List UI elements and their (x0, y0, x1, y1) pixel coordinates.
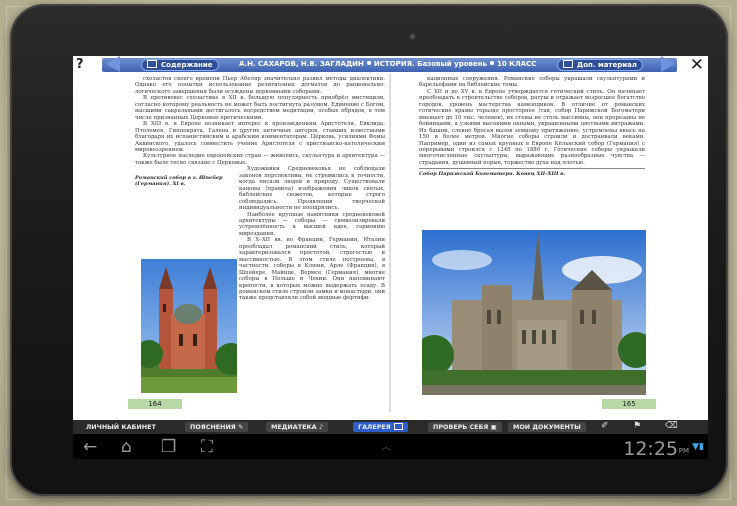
tab-media-library[interactable]: МЕДИАТЕКА ♪ (266, 422, 328, 432)
folder-icon (563, 60, 573, 68)
paragraph: Культурное наследие европейских стран — … (135, 153, 385, 166)
tab-personal-cabinet[interactable]: ЛИЧНЫЙ КАБИНЕТ (81, 422, 161, 432)
paragraph: В противовес схоластике в XII в. большую… (135, 95, 385, 121)
top-toolbar: ? Содержание А.Н. САХАРОВ, Н.В. ЗАГЛАДИН… (73, 56, 708, 75)
tab-label: МОИ ДОКУМЕНТЫ (513, 423, 581, 431)
help-button[interactable]: ? (76, 57, 84, 72)
paragraph: Художники Средневековья не соблюдали зак… (239, 166, 385, 212)
contents-label: Содержание (161, 61, 213, 69)
system-nav-bar: ← ⌂ ❐ ⛶ ︿ 12:25 PM ▼▮ (73, 434, 708, 459)
back-icon[interactable]: ← (83, 437, 97, 457)
eraser-icon[interactable]: ⌫ (665, 421, 678, 431)
paragraph: Наиболее крупные памятники средневековой… (239, 211, 385, 237)
paragraph: схоластов своего времени Пьер Абеляр зна… (135, 76, 385, 95)
bookmark-icon[interactable]: ⚑ (633, 421, 641, 431)
page-number-left: 164 (128, 399, 182, 409)
left-text-column: Художники Средневековья не соблюдали зак… (239, 166, 385, 302)
book-spine (389, 74, 391, 412)
book-authors: А.Н. САХАРОВ, Н.В. ЗАГЛАДИН (239, 60, 364, 68)
pen-tool-icon[interactable]: ✐ (601, 421, 609, 431)
speyer-cathedral-image[interactable] (141, 259, 237, 393)
close-button[interactable]: ✕ (690, 56, 704, 75)
home-icon[interactable]: ⌂ (121, 437, 132, 457)
paragraph: В XIII в. в Европе возникает интерес к п… (135, 121, 385, 153)
book-title: А.Н. САХАРОВ, Н.В. ЗАГЛАДИН ИСТОРИЯ. Базо… (239, 60, 536, 68)
paragraph: кационные сооружения. Романские соборы у… (419, 76, 645, 89)
book-grade: 10 КЛАСС (496, 60, 537, 68)
book-subject: ИСТОРИЯ. Базовый уровень (373, 60, 487, 68)
tab-label: ПОЯСНЕНИЯ (190, 423, 236, 431)
tab-label: ЛИЧНЫЙ КАБИНЕТ (86, 423, 156, 431)
extra-material-label: Доп. материал (577, 61, 637, 69)
dot-separator-1 (366, 61, 371, 65)
clock-time: 12:25 (623, 438, 678, 459)
recent-apps-icon[interactable]: ❐ (161, 437, 176, 457)
tab-label: ГАЛЕРЕЯ (358, 423, 391, 431)
page-number-right: 165 (602, 399, 656, 409)
camera-icon (409, 33, 416, 40)
picture-icon (393, 423, 403, 430)
screen: ? Содержание А.Н. САХАРОВ, Н.В. ЗАГЛАДИН… (73, 56, 708, 459)
next-page-arrow-icon[interactable] (661, 56, 675, 72)
clock-ampm: PM (678, 447, 689, 455)
tablet-device: ? Содержание А.Н. САХАРОВ, Н.В. ЗАГЛАДИН… (10, 4, 728, 496)
tab-explanations[interactable]: ПОЯСНЕНИЯ ✎ (185, 422, 249, 432)
paragraph: В X–XII вв. во Франции, Германии, Италии… (239, 237, 385, 302)
dot-separator-2 (489, 61, 494, 65)
figure-caption: Собор Парижской Богоматери. Конец XII–XI… (419, 168, 645, 177)
signal-icon: ▼▮ (692, 442, 704, 452)
paragraph: С XII и до XV в. в Европе утверждается г… (419, 88, 645, 166)
pencil-icon: ✎ (235, 423, 244, 431)
notre-dame-image[interactable] (422, 230, 646, 395)
music-note-icon: ♪ (316, 423, 323, 431)
tab-self-check[interactable]: ПРОВЕРЬ СЕБЯ ▣ (428, 422, 502, 432)
tab-gallery[interactable]: ГАЛЕРЕЯ (353, 422, 408, 432)
figure-caption: Романский собор в г. Шпейер (Германия). … (135, 175, 223, 188)
contents-button[interactable]: Содержание (141, 59, 219, 71)
extra-material-button[interactable]: Доп. материал (557, 59, 643, 71)
prev-page-arrow-icon[interactable] (106, 56, 120, 72)
list-icon (147, 60, 157, 68)
screenshot-icon[interactable]: ⛶ (201, 437, 213, 457)
tab-my-documents[interactable]: МОИ ДОКУМЕНТЫ (508, 422, 586, 432)
checkbox-icon: ▣ (488, 423, 497, 431)
tab-label: ПРОВЕРЬ СЕБЯ (433, 423, 489, 431)
chevron-up-icon[interactable]: ︿ (381, 438, 391, 453)
bottom-toolbar: ЛИЧНЫЙ КАБИНЕТ ПОЯСНЕНИЯ ✎ МЕДИАТЕКА ♪ Г… (73, 420, 708, 434)
tab-label: МЕДИАТЕКА (271, 423, 317, 431)
